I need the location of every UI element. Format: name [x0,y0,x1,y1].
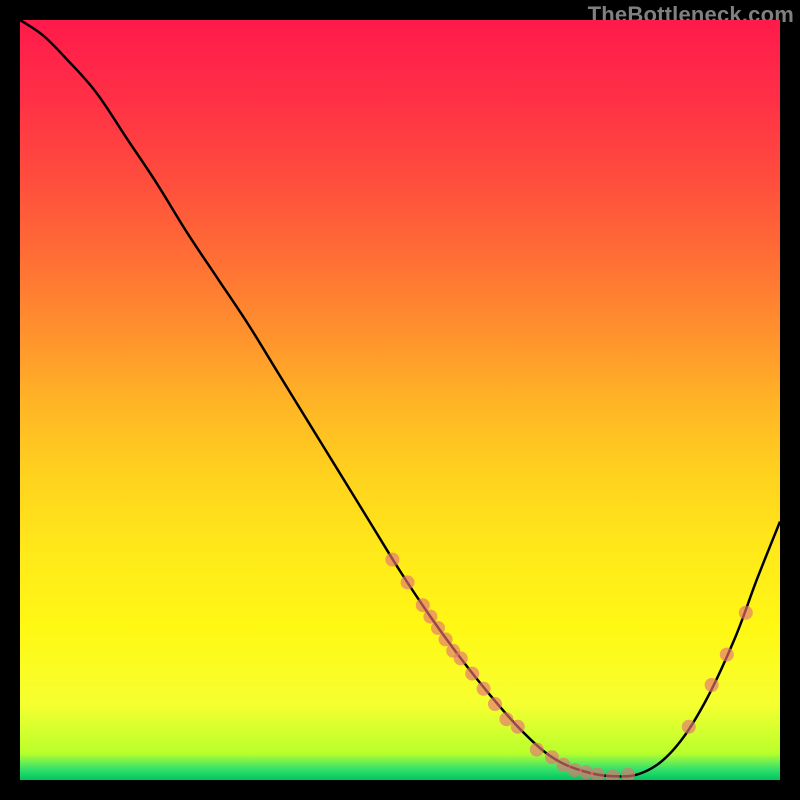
data-marker [465,667,479,681]
plot-area [20,20,780,780]
data-marker [439,632,453,646]
data-marker [416,598,430,612]
data-marker [705,678,719,692]
data-marker [739,606,753,620]
data-marker [454,651,468,665]
gradient-background [20,20,780,780]
data-marker [431,621,445,635]
chart-container: TheBottleneck.com [0,0,800,800]
data-marker [488,697,502,711]
data-marker [423,610,437,624]
bottleneck-chart [20,20,780,780]
data-marker [477,682,491,696]
data-marker [401,575,415,589]
data-marker [499,712,513,726]
data-marker [385,553,399,567]
data-marker [511,720,525,734]
data-marker [720,648,734,662]
data-marker [682,720,696,734]
data-marker [545,750,559,764]
data-marker [530,743,544,757]
